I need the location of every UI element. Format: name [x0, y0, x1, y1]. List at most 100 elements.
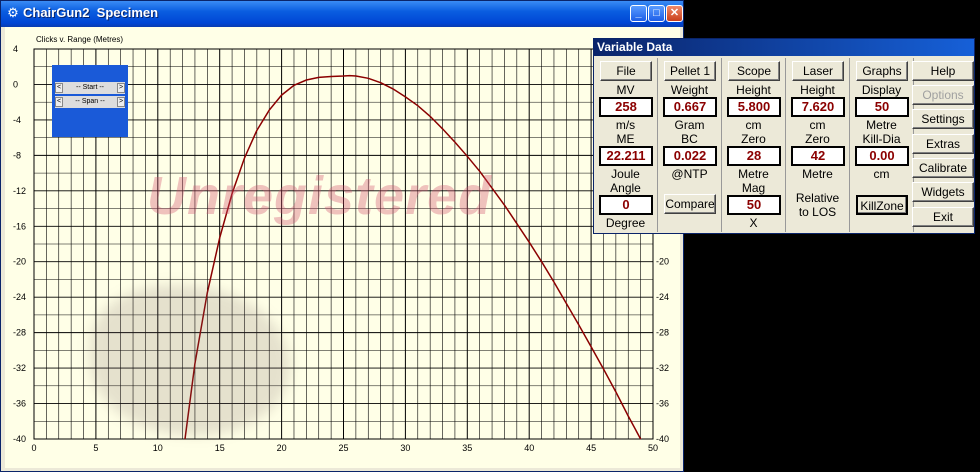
weight-label: Weight	[670, 83, 709, 97]
start-left-arrow[interactable]: <	[55, 83, 63, 93]
laser-height-label: Height	[800, 83, 835, 97]
y-tick-label-left: -12	[13, 186, 26, 196]
span-left-arrow[interactable]: <	[55, 97, 63, 107]
chart-title: Clicks v. Range (Metres)	[36, 35, 123, 44]
help-button[interactable]: Help	[912, 61, 974, 81]
span-label: -- Span --	[75, 98, 105, 105]
span-scroll[interactable]: < -- Span -- >	[55, 96, 125, 108]
display-unit: Metre	[866, 118, 897, 132]
weight-unit: Gram	[674, 118, 705, 132]
widgets-button[interactable]: Widgets	[912, 182, 974, 202]
y-tick-label-right: -24	[656, 292, 669, 302]
angle-value[interactable]: 0	[599, 195, 653, 215]
x-tick-label: 45	[586, 443, 596, 453]
settings-button[interactable]: Settings	[912, 109, 974, 129]
minimize-button[interactable]: _	[630, 5, 647, 22]
app-icon[interactable]: ⚙	[6, 6, 20, 20]
mv-label: MV	[616, 83, 635, 97]
y-tick-label-left: 0	[13, 79, 18, 89]
me-label: ME	[616, 132, 635, 146]
scope-height-unit: cm	[745, 118, 762, 132]
start-scroll[interactable]: < -- Start -- >	[55, 82, 125, 94]
scope-column: Scope Height 5.800 cm Zero 28 Metre Mag …	[722, 58, 786, 232]
exit-button[interactable]: Exit	[912, 207, 974, 227]
y-tick-label-left: -36	[13, 399, 26, 409]
laser-height-value[interactable]: 7.620	[791, 97, 845, 117]
bc-label: BC	[681, 132, 698, 146]
laser-zero-value[interactable]: 42	[791, 146, 845, 166]
x-tick-label: 0	[31, 443, 36, 453]
scope-zero-unit: Metre	[738, 167, 769, 181]
window-title: ChairGun2 Specimen	[23, 5, 159, 20]
scope-zero-label: Zero	[741, 132, 766, 146]
y-tick-label-left: 4	[13, 44, 18, 54]
chart-area: Clicks v. Range (Metres) 0 5 10 15 20 25 30 35 40…	[5, 27, 680, 468]
y-tick-label-right: -20	[656, 257, 669, 267]
y-tick-label-right: -28	[656, 328, 669, 338]
y-tick-label-right: -36	[656, 399, 669, 409]
x-tick-label: 5	[93, 443, 98, 453]
killzone-button[interactable]: KillZone	[856, 195, 908, 215]
weight-value[interactable]: 0.667	[663, 97, 717, 117]
compare-button[interactable]: Compare	[664, 194, 716, 214]
mag-unit: X	[749, 216, 758, 230]
relative-label: Relative	[795, 191, 840, 205]
variable-data-title[interactable]: Variable Data	[594, 39, 974, 56]
bc-unit: @NTP	[671, 167, 708, 181]
bc-value[interactable]: 0.022	[663, 146, 717, 166]
pellet-column: Pellet 1 Weight 0.667 Gram BC 0.022 @NTP…	[658, 58, 722, 232]
kill-dia-label: Kill-Dia	[862, 132, 901, 146]
graphs-button[interactable]: Graphs	[856, 61, 908, 81]
options-button[interactable]: Options	[912, 85, 974, 105]
x-tick-label: 35	[462, 443, 472, 453]
x-tick-label: 15	[215, 443, 225, 453]
unregistered-watermark: Unregistered	[147, 166, 493, 226]
calibrate-button[interactable]: Calibrate	[912, 158, 974, 178]
extras-button[interactable]: Extras	[912, 134, 974, 154]
maximize-button[interactable]: □	[648, 5, 665, 22]
start-right-arrow[interactable]: >	[117, 83, 125, 93]
y-tick-label-left: -40	[13, 434, 26, 444]
file-button[interactable]: File	[600, 61, 652, 81]
kill-dia-unit: cm	[873, 167, 890, 181]
angle-label: Angle	[610, 181, 641, 195]
scope-height-label: Height	[736, 83, 771, 97]
kill-dia-value[interactable]: 0.00	[855, 146, 909, 166]
mv-unit: m/s	[615, 118, 636, 132]
y-tick-label-right: -40	[656, 434, 669, 444]
y-tick-label-left: -28	[13, 328, 26, 338]
mag-label: Mag	[741, 181, 766, 195]
muzzle-column: File MV 258 m/s ME 22.211 Joule Angle 0 …	[594, 58, 658, 232]
scope-zero-value[interactable]: 28	[727, 146, 781, 166]
laser-zero-unit: Metre	[802, 167, 833, 181]
to-los-label: to LOS	[798, 205, 837, 219]
x-tick-label: 10	[153, 443, 163, 453]
y-tick-label-left: -8	[13, 150, 21, 160]
laser-zero-label: Zero	[805, 132, 830, 146]
laser-height-unit: cm	[809, 118, 826, 132]
y-tick-label-left: -4	[13, 115, 21, 125]
span-right-arrow[interactable]: >	[117, 97, 125, 107]
y-tick-label-left: -20	[13, 257, 26, 267]
variable-data-window: Variable Data File MV 258 m/s ME 22.211 …	[593, 38, 975, 234]
mag-value[interactable]: 50	[727, 195, 781, 215]
mv-value[interactable]: 258	[599, 97, 653, 117]
scope-button[interactable]: Scope	[728, 61, 780, 81]
right-buttons-column: Help Options Settings Extras Calibrate W…	[912, 58, 974, 232]
range-scroll-widget: < -- Start -- > < -- Span -- >	[52, 65, 128, 137]
y-tick-label-left: -24	[13, 292, 26, 302]
title-bar[interactable]: ⚙ ChairGun2 Specimen _ □ ✕	[1, 1, 683, 27]
x-tick-label: 20	[277, 443, 287, 453]
x-tick-label: 30	[400, 443, 410, 453]
start-label: -- Start --	[76, 84, 104, 91]
close-button[interactable]: ✕	[666, 5, 683, 22]
me-value[interactable]: 22.211	[599, 146, 653, 166]
me-unit: Joule	[611, 167, 640, 181]
display-label: Display	[861, 83, 902, 97]
scope-height-value[interactable]: 5.800	[727, 97, 781, 117]
laser-button[interactable]: Laser	[792, 61, 844, 81]
display-value[interactable]: 50	[855, 97, 909, 117]
x-tick-label: 50	[648, 443, 658, 453]
pellet-button[interactable]: Pellet 1	[664, 61, 716, 81]
x-tick-label: 40	[524, 443, 534, 453]
